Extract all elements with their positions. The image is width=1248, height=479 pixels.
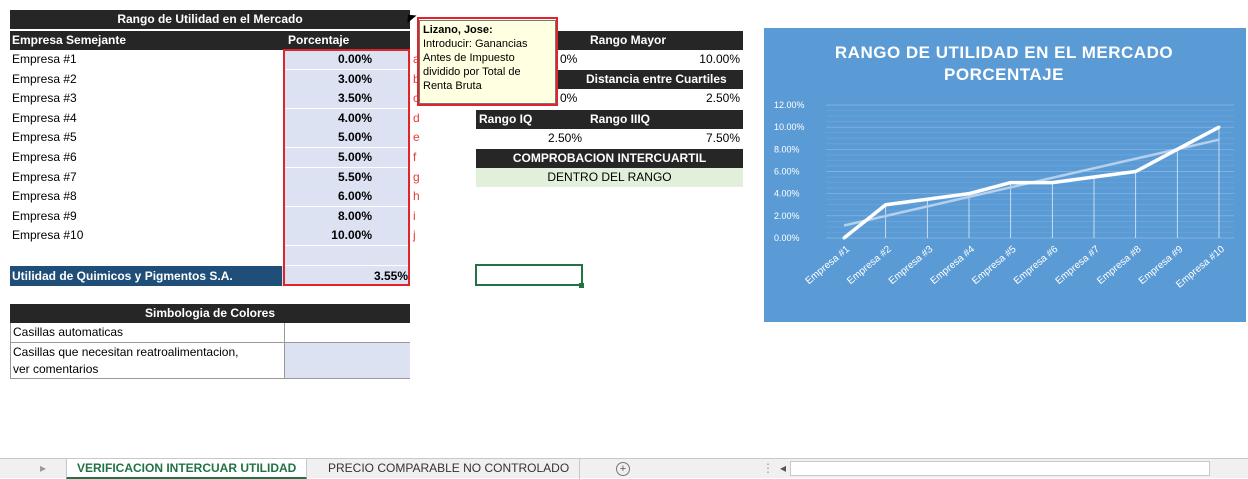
legend-swatch-lavender — [284, 343, 410, 378]
y-tick-label: 10.00% — [774, 122, 805, 132]
y-tick-label: 8.00% — [774, 144, 800, 154]
empresa-name[interactable]: Empresa #9 — [10, 207, 280, 226]
row-letter-label: h — [413, 189, 420, 204]
legend-title: Simbologia de Colores — [10, 304, 410, 323]
rango-iiiq-label: Rango IIIQ — [590, 112, 650, 126]
empresa-name[interactable]: Empresa #5 — [10, 128, 280, 147]
rango-mayor-value[interactable]: 10.00% — [620, 50, 740, 69]
legend-row-automatic: Casillas automaticas — [10, 323, 410, 343]
data-point — [1050, 181, 1054, 185]
data-point — [1217, 125, 1221, 129]
x-category-label: Empresa #4 — [929, 244, 978, 287]
distancia-partial[interactable]: 0% — [560, 89, 590, 108]
empresa-name[interactable]: Empresa #8 — [10, 187, 280, 206]
x-category-label: Empresa #6 — [1012, 244, 1061, 287]
data-point — [1092, 175, 1096, 179]
horizontal-scrollbar[interactable] — [790, 461, 1210, 476]
data-point — [1009, 181, 1013, 185]
selected-cell[interactable] — [475, 264, 583, 286]
data-point — [925, 197, 929, 201]
tab-verificacion[interactable]: VERIFICACION INTERCUAR UTILIDAD — [66, 459, 308, 479]
legend-row-automatic-label: Casillas automaticas — [13, 325, 124, 339]
sheet-tabs-bar: ▸ VERIFICACION INTERCUAR UTILIDAD PRECIO… — [0, 458, 1248, 479]
x-category-label: Empresa #1 — [804, 244, 853, 287]
chart-area[interactable]: RANGO DE UTILIDAD EN EL MERCADO PORCENTA… — [764, 28, 1246, 322]
add-sheet-icon[interactable]: + — [612, 459, 634, 479]
distancia-value[interactable]: 2.50% — [620, 89, 740, 108]
column-header-porcentaje[interactable]: Porcentaje — [284, 31, 410, 50]
chart-plot: 0.00% 2.00% 4.00% 6.00% 8.00% 10.00% 12.00% Emp… — [774, 100, 1234, 291]
utilidad-label: Utilidad de Quimicos y Pigmentos S.A. — [12, 269, 233, 283]
comment-highlight-box — [417, 17, 558, 106]
rango-iq-header: Rango IQ Rango IIIQ — [476, 110, 743, 129]
data-point — [842, 236, 846, 240]
x-category-label: Empresa #2 — [845, 244, 894, 287]
porcentaje-highlight-box — [283, 49, 410, 286]
rango-menor-value-partial[interactable]: 0% — [560, 50, 590, 69]
tab-precio-comparable[interactable]: PRECIO COMPARABLE NO CONTROLADO — [318, 459, 581, 479]
y-tick-label: 2.00% — [774, 211, 800, 221]
distancia-cuartiles-header: Distancia entre Cuartiles — [556, 70, 743, 89]
y-tick-label: 6.00% — [774, 167, 800, 177]
x-category-label: Empresa #8 — [1095, 244, 1144, 287]
rango-iq-value[interactable]: 2.50% — [476, 129, 582, 148]
x-category-label: Empresa #7 — [1054, 244, 1103, 287]
comprobacion-result[interactable]: DENTRO DEL RANGO — [476, 168, 743, 187]
x-category-label: Empresa #5 — [970, 244, 1019, 287]
x-category-label: Empresa #3 — [887, 244, 936, 287]
y-tick-label: 12.00% — [774, 100, 805, 110]
rango-iiiq-value[interactable]: 7.50% — [620, 129, 740, 148]
row-letter-label: e — [413, 130, 420, 145]
scroll-left-icon[interactable]: ▸ — [30, 459, 56, 479]
row-letter-label: d — [413, 110, 420, 125]
legend-row-feedback-line2: ver comentarios — [13, 362, 99, 376]
comprobacion-header: COMPROBACION INTERCUARTIL — [476, 149, 743, 168]
data-point — [1175, 147, 1179, 151]
empresa-name[interactable]: Empresa #6 — [10, 148, 280, 167]
empresa-name[interactable]: Empresa #1 — [10, 50, 280, 69]
row-letter-label: i — [413, 208, 416, 223]
column-header-empresa[interactable]: Empresa Semejante — [10, 31, 284, 50]
data-point — [1134, 170, 1138, 173]
data-point — [884, 203, 888, 207]
empresa-name[interactable]: Empresa #7 — [10, 168, 280, 187]
empresa-name[interactable]: Empresa #3 — [10, 89, 280, 108]
empresa-name[interactable]: Empresa #10 — [10, 226, 280, 245]
rango-iq-label: Rango IQ — [479, 112, 533, 126]
row-letter-label: j — [413, 228, 416, 243]
y-tick-label: 0.00% — [774, 233, 800, 243]
table-title: Rango de Utilidad en el Mercado — [10, 10, 410, 29]
row-letter-label: g — [413, 169, 420, 184]
y-tick-label: 4.00% — [774, 189, 800, 199]
data-point — [967, 192, 971, 196]
legend-swatch-white — [284, 323, 410, 342]
row-letter-label: f — [413, 150, 417, 164]
fill-handle[interactable] — [579, 283, 584, 288]
legend-row-feedback-line1: Casillas que necesitan reatroalimentacio… — [13, 345, 239, 359]
rango-mayor-header: Rango Mayor — [556, 31, 743, 50]
empresa-name[interactable]: Empresa #4 — [10, 109, 280, 128]
legend-row-feedback: Casillas que necesitan reatroalimentacio… — [10, 343, 410, 379]
empresa-name[interactable]: Empresa #2 — [10, 70, 280, 89]
